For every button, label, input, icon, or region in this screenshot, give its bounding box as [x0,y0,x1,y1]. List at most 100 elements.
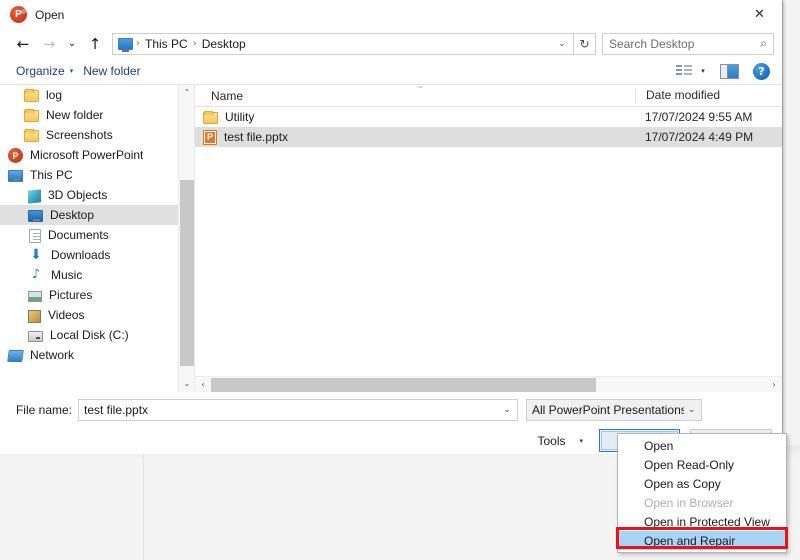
chevron-down-icon: ▾ [69,67,74,75]
organize-label: Organize [16,64,65,78]
chevron-down-icon[interactable]: ⌄ [553,39,571,49]
this-pc-icon [118,37,133,52]
table-row[interactable]: Utility 17/07/2024 9:55 AM [195,107,782,127]
breadcrumb-separator: › [192,38,197,49]
backdrop-divider [143,445,144,560]
command-bar: Organize ▾ New folder ▾ ? [0,58,782,85]
preview-pane-icon[interactable] [720,63,739,79]
change-view-icon[interactable] [674,62,694,80]
sidebar-item-microsoft-powerpoint[interactable]: P Microsoft PowerPoint [0,145,194,165]
view-chevron-down-icon[interactable]: ▾ [696,67,710,75]
filelist-horizontal-scrollbar[interactable]: ‹ › [195,376,782,392]
tools-label: Tools [537,433,566,448]
address-bar[interactable]: › This PC › Desktop ⌄ [112,32,574,55]
file-type-filter-select[interactable]: All PowerPoint Presentations (* ⌄ [526,399,702,421]
scroll-down-icon[interactable]: ⌄ [179,376,194,392]
organize-button[interactable]: Organize ▾ [14,62,81,80]
scroll-left-icon[interactable]: ‹ [195,377,211,393]
file-name-input[interactable]: test file.pptx ⌄ [78,399,518,421]
breadcrumb-this-pc[interactable]: This PC [143,37,190,51]
recent-locations-button[interactable]: ⌄ [62,32,82,56]
navigation-bar: ← → ⌄ ↑ › This PC › Desktop ⌄ ↻ Search D… [0,29,782,58]
menu-item-open[interactable]: Open [618,436,786,455]
sidebar-item-label: Music [51,268,83,282]
file-row-name-cell: Utility [195,110,635,124]
sidebar-item-label: log [46,88,63,102]
sidebar-item-local-disk-c[interactable]: Local Disk (C:) [0,325,194,345]
sidebar-item-new-folder[interactable]: New folder [0,105,194,125]
breadcrumb-desktop[interactable]: Desktop [200,37,248,51]
file-name-value: test file.pptx [84,403,149,417]
up-button[interactable]: ↑ [82,32,108,56]
sidebar-item-label: Local Disk (C:) [50,328,129,342]
sidebar-item-pictures[interactable]: Pictures [0,285,194,305]
help-icon[interactable]: ? [753,62,770,80]
search-input[interactable]: Search Desktop ⌕ [602,32,774,55]
search-icon: ⌕ [760,36,767,50]
column-header-date-modified[interactable]: Date modified [635,88,782,103]
hscroll-thumb[interactable] [211,377,596,392]
sidebar-item-log[interactable]: log [0,85,194,105]
new-folder-label: New folder [83,64,141,78]
hscroll-track[interactable] [211,377,766,393]
tools-button[interactable]: Tools ▾ [531,431,589,451]
sidebar-item-label: Desktop [50,208,95,222]
sidebar-item-3d-objects[interactable]: 3D Objects [0,185,194,205]
menu-item-open-as-copy[interactable]: Open as Copy [618,474,786,493]
sidebar-item-label: Videos [48,308,85,322]
pptx-file-icon [203,129,217,145]
dialog-body: log New folder Screenshots P Microsoft Power… [0,85,782,392]
folder-icon [203,111,218,124]
refresh-icon[interactable]: ↻ [574,32,596,55]
folder-icon [24,129,39,142]
sidebar-item-label: 3D Objects [48,188,108,202]
powerpoint-icon: P [8,148,23,163]
sidebar-scroll-thumb[interactable] [180,180,194,366]
this-pc-icon [8,170,23,182]
sidebar-item-network[interactable]: Network [0,345,194,365]
downloads-icon: ⬇ [30,247,42,263]
sidebar-item-music[interactable]: ♪ Music [0,265,194,285]
sidebar-item-this-pc[interactable]: This PC [0,165,194,185]
navigation-pane: log New folder Screenshots P Microsoft Power… [0,85,195,392]
chevron-down-icon[interactable]: ⌄ [684,405,699,415]
sidebar-item-downloads[interactable]: ⬇ Downloads [0,245,194,265]
open-file-dialog: P Open ✕ ← → ⌄ ↑ › This PC › Desktop ⌄ ↻… [0,0,783,454]
sidebar-item-label: Documents [48,228,109,242]
column-header-row: ⌃ Name Date modified [195,85,782,107]
sidebar-item-documents[interactable]: Documents [0,225,194,245]
forward-button: → [42,34,56,53]
file-name-text: Utility [225,110,255,124]
sidebar-item-screenshots[interactable]: Screenshots [0,125,194,145]
search-placeholder: Search Desktop [609,36,695,51]
back-button[interactable]: ← [10,32,36,56]
sidebar-item-label: Pictures [49,288,93,302]
chevron-down-icon[interactable]: ⌄ [499,405,515,415]
file-name-row: File name: test file.pptx ⌄ All PowerPoi… [10,399,772,421]
file-type-filter-value: All PowerPoint Presentations (* [532,403,685,417]
file-name-label: File name: [15,403,72,417]
videos-icon [28,309,41,323]
file-list-pane: ⌃ Name Date modified Utility 17/07/2024 9… [195,85,782,392]
file-name-text: test file.pptx [224,130,289,144]
annotation-highlight-box [616,527,788,549]
music-icon: ♪ [31,267,41,282]
sidebar-item-label: Microsoft PowerPoint [30,148,144,162]
menu-item-open-read-only[interactable]: Open Read-Only [618,455,786,474]
close-icon[interactable]: ✕ [737,0,782,29]
title-bar: P Open ✕ [0,0,782,29]
column-header-name[interactable]: Name [195,89,635,103]
sidebar-scrollbar[interactable]: ⌃ ⌄ [178,85,194,392]
network-icon [7,350,24,362]
sidebar-item-desktop[interactable]: Desktop [0,205,194,225]
table-row[interactable]: test file.pptx 17/07/2024 4:49 PM [195,127,782,147]
sidebar-item-videos[interactable]: Videos [0,305,194,325]
folder-icon [24,109,39,122]
file-date-modified: 17/07/2024 4:49 PM [645,130,754,144]
sidebar-item-label: Screenshots [46,128,113,142]
new-folder-button[interactable]: New folder [81,62,148,80]
scroll-up-icon[interactable]: ⌃ [179,85,194,101]
scroll-right-icon[interactable]: › [766,377,782,393]
menu-item-open-in-browser: Open in Browser [644,495,734,510]
chevron-down-icon: ▾ [579,436,583,445]
